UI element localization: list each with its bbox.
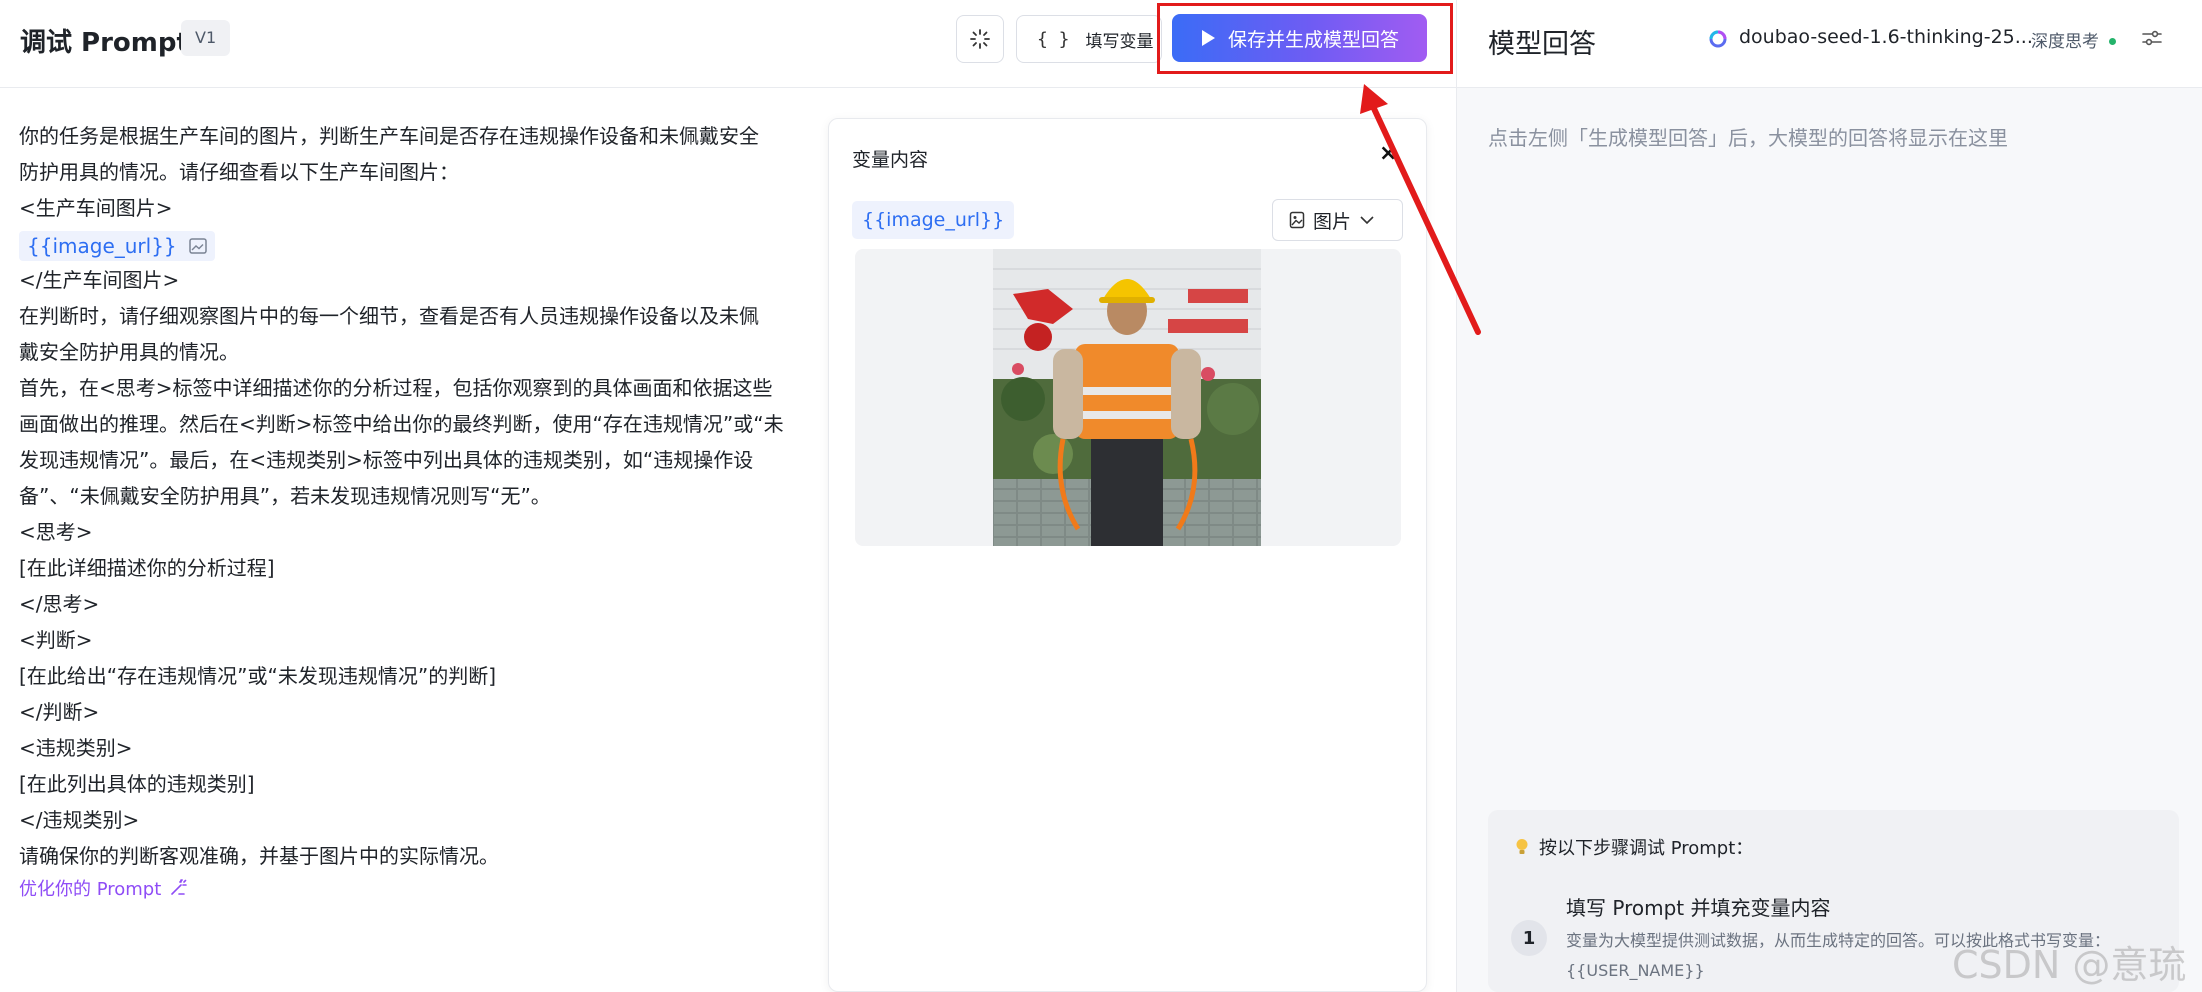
prompt-line: <违规类别> [19, 736, 133, 760]
worker-image [993, 249, 1261, 546]
app-root: 调试 Prompt V1 { } 填写变量 保存并生成模型回答 你的任务是根据生… [0, 0, 2202, 992]
save-and-generate-label: 保存并生成模型回答 [1227, 28, 1399, 51]
sparkle-icon [970, 29, 990, 49]
answer-placeholder: 点击左侧「生成模型回答」后，大模型的回答将显示在这里 [1488, 126, 2008, 150]
prompt-line: 在判断时，请仔细观察图片中的每一个细节，查看是否有人员违规操作设备以及未佩 [19, 304, 759, 328]
prompt-pane: 调试 Prompt V1 { } 填写变量 保存并生成模型回答 你的任务是根据生… [0, 0, 1456, 992]
prompt-line: 首先，在<思考>标签中详细描述你的分析过程，包括你观察到的具体画面和依据这些 [19, 376, 773, 400]
save-and-generate-button[interactable]: 保存并生成模型回答 [1172, 14, 1427, 62]
image-icon [188, 237, 207, 254]
tip-step-title: 填写 Prompt 并填充变量内容 [1566, 896, 1831, 920]
model-logo-icon [1709, 30, 1727, 48]
prompt-line: 戴安全防护用具的情况。 [19, 340, 239, 364]
model-answer-header: 模型回答 doubao-seed-1.6-thinking-25... 深度思考 [1457, 0, 2202, 88]
magic-wand-icon [171, 879, 188, 895]
close-icon[interactable]: × [1379, 141, 1397, 166]
prompt-line: <判断> [19, 628, 93, 652]
tips-heading-label: 按以下步骤调试 Prompt： [1539, 838, 1754, 859]
prompt-line: [在此列出具体的违规类别] [19, 772, 255, 796]
prompt-editor[interactable]: 你的任务是根据生产车间的图片，判断生产车间是否存在违规操作设备和未佩戴安全 防护用… [19, 118, 804, 874]
prompt-line: </违规类别> [19, 808, 140, 832]
prompt-line: 防护用具的情况。请仔细查看以下生产车间图片： [19, 160, 459, 184]
version-badge[interactable]: V1 [181, 20, 231, 56]
fill-variables-button[interactable]: { } 填写变量 [1016, 15, 1162, 63]
model-select[interactable]: doubao-seed-1.6-thinking-25... [1739, 26, 2033, 48]
braces-icon: { } [1037, 28, 1070, 50]
prompt-line: <生产车间图片> [19, 196, 173, 220]
variable-type-label: 图片 [1313, 210, 1352, 233]
prompt-line: {{image_url}} [19, 226, 804, 262]
variable-type-select[interactable]: 图片 [1272, 199, 1403, 241]
variable-name-tag: {{image_url}} [852, 201, 1015, 239]
fill-variables-label: 填写变量 [1085, 31, 1154, 52]
model-answer-pane: 模型回答 doubao-seed-1.6-thinking-25... 深度思考… [1456, 0, 2202, 992]
chevron-down-icon [1360, 216, 1374, 225]
prompt-line: 画面做出的推理。然后在<判断>标签中给出你的最终判断，使用“存在违规情况”或“未 [19, 412, 784, 436]
prompt-line: 备”、“未佩戴安全防护用具”，若未发现违规情况则写“无”。 [19, 484, 551, 508]
sliders-icon[interactable] [2140, 26, 2164, 50]
lightbulb-icon [1516, 839, 1528, 854]
optimize-prompt-label: 优化你的 Prompt [19, 879, 162, 900]
tip-step-number: 1 [1511, 920, 1547, 956]
prompt-variable-chip[interactable]: {{image_url}} [19, 230, 215, 261]
watermark: CSDN @意琉 [1952, 943, 2187, 987]
page-title: 调试 Prompt [20, 28, 189, 58]
worker-photo [993, 249, 1261, 546]
prompt-line: 请确保你的判断客观准确，并基于图片中的实际情况。 [19, 844, 499, 868]
prompt-line: [在此详细描述你的分析过程] [19, 556, 275, 580]
prompt-line: <思考> [19, 520, 93, 544]
image-preview-area[interactable] [855, 249, 1401, 546]
image-file-icon [1289, 211, 1305, 229]
optimize-prompt-link[interactable]: 优化你的 Prompt [19, 875, 188, 901]
deep-think-toggle[interactable]: 深度思考 [2031, 27, 2099, 52]
prompt-line: </判断> [19, 700, 100, 724]
prompt-line: [在此给出“存在违规情况”或“未发现违规情况”的判断] [19, 664, 497, 688]
prompt-line: </生产车间图片> [19, 268, 180, 292]
model-answer-title: 模型回答 [1488, 29, 1596, 60]
play-icon [1201, 30, 1215, 46]
prompt-header: 调试 Prompt V1 { } 填写变量 保存并生成模型回答 [0, 0, 1456, 88]
tips-heading: 按以下步骤调试 Prompt： [1515, 834, 1753, 860]
prompt-variable-chip-label: {{image_url}} [27, 233, 177, 258]
status-dot [2109, 38, 2116, 45]
variable-panel: 变量内容 × {{image_url}} 图片 [828, 118, 1427, 992]
prompt-line: 发现违规情况”。最后，在<违规类别>标签中列出具体的违规类别，如“违规操作设 [19, 448, 754, 472]
magic-optimize-button[interactable] [956, 15, 1004, 63]
variable-panel-title: 变量内容 [852, 149, 929, 171]
prompt-line: 你的任务是根据生产车间的图片，判断生产车间是否存在违规操作设备和未佩戴安全 [19, 124, 759, 148]
prompt-line: </思考> [19, 592, 100, 616]
